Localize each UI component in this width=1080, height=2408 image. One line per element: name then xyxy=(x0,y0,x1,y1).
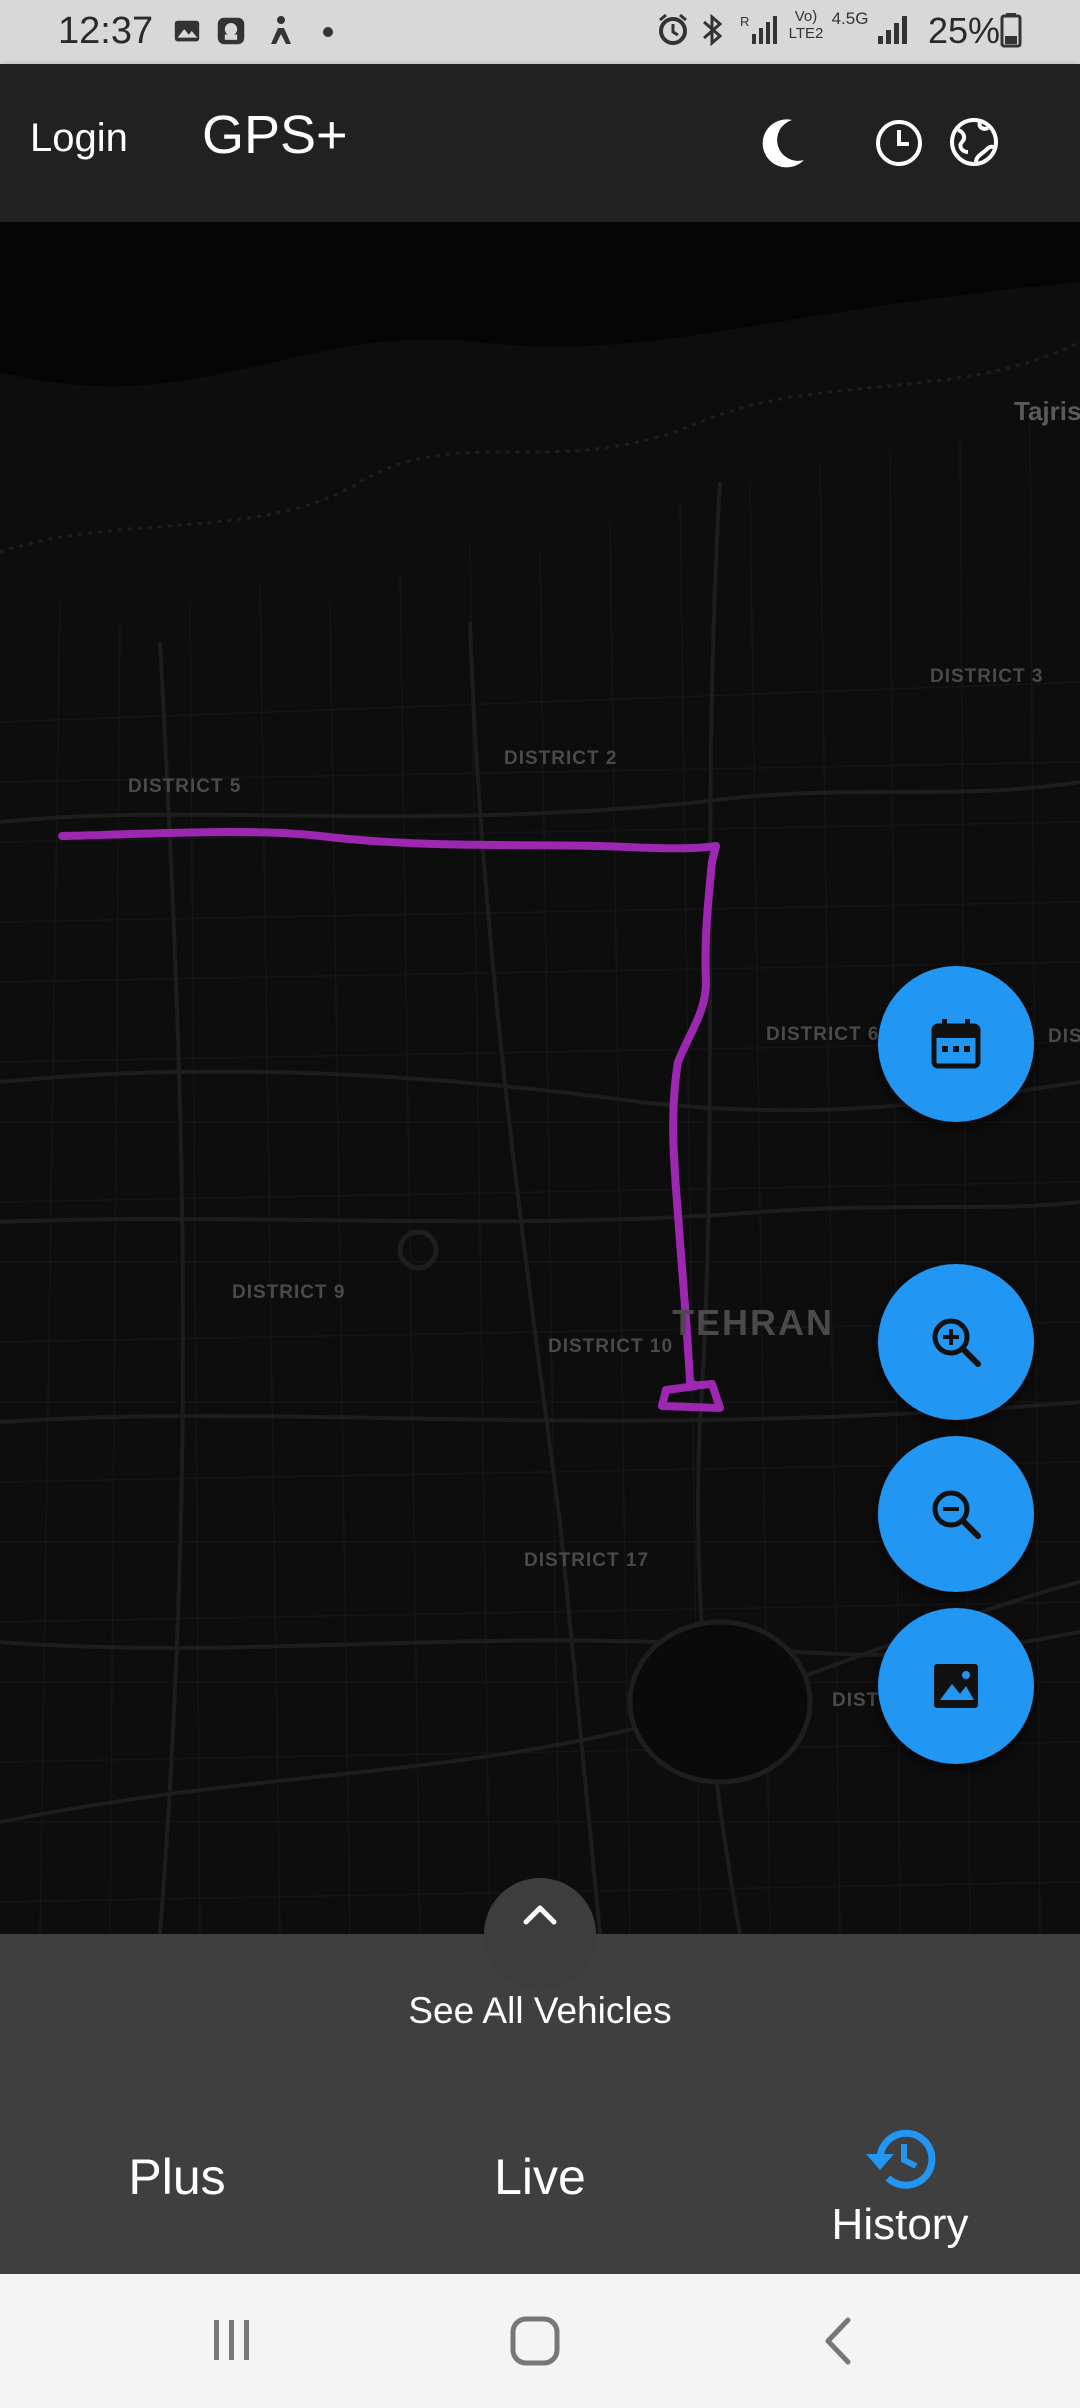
nav-item-plus[interactable]: Plus xyxy=(0,2084,360,2274)
alarm-icon xyxy=(659,13,687,45)
zoom-out-icon xyxy=(932,1490,981,1539)
app-icon xyxy=(217,17,245,45)
home-icon[interactable] xyxy=(508,2314,562,2368)
map-label: DIST xyxy=(832,1690,880,1711)
globe-icon[interactable] xyxy=(948,116,1000,168)
zoom-out-button[interactable] xyxy=(878,1436,1034,1592)
map-label: DISTRICT 9 xyxy=(232,1282,346,1303)
back-icon[interactable] xyxy=(816,2314,860,2368)
map-label: Tajris xyxy=(1014,396,1080,426)
map-style-button[interactable] xyxy=(878,1608,1034,1764)
calendar-icon xyxy=(931,1019,981,1069)
moon-icon[interactable] xyxy=(752,114,810,172)
map-label: DISTRICT 5 xyxy=(128,776,242,797)
svg-text:R: R xyxy=(740,14,749,29)
nav-label-live: Live xyxy=(494,2149,586,2205)
map-label: DISTRICT 6 xyxy=(766,1024,880,1045)
map-label: DISTRICT 17 xyxy=(524,1550,650,1571)
app-title: GPS+ xyxy=(202,105,348,165)
zoom-in-icon xyxy=(932,1318,981,1367)
map-label: DISTRICT 3 xyxy=(930,666,1044,687)
expand-sheet-button[interactable] xyxy=(484,1878,596,1990)
nav-label-plus: Plus xyxy=(128,2149,226,2205)
recents-icon[interactable] xyxy=(208,2314,256,2366)
network-4-5g-icon: 4.5G xyxy=(831,9,869,28)
map-city-label: TEHRAN xyxy=(672,1302,834,1343)
status-time: 12:37 xyxy=(58,10,154,52)
bottom-navigation: Plus Live History xyxy=(0,2084,1080,2274)
battery-percent: 25% xyxy=(927,10,1000,51)
system-navigation-bar xyxy=(0,2274,1080,2408)
history-icon xyxy=(866,2129,936,2189)
map-label: DISTRICT 2 xyxy=(504,748,618,769)
signal-icon xyxy=(878,16,907,44)
volte-indicator: Vo) LTE2 xyxy=(788,8,824,42)
login-button[interactable]: Login xyxy=(30,116,128,161)
see-all-vehicles-label[interactable]: See All Vehicles xyxy=(0,1990,1080,2032)
status-bar: 12:37 R Vo) LTE2 4.5G 25% xyxy=(0,0,1080,64)
map-label: DISTRICT 10 xyxy=(548,1336,674,1357)
accessibility-icon xyxy=(271,16,291,44)
app-bar: Login GPS+ xyxy=(0,64,1080,222)
zoom-in-button[interactable] xyxy=(878,1264,1034,1420)
signal-icon: R xyxy=(740,14,777,44)
nav-label-history: History xyxy=(831,2200,969,2249)
nav-item-live[interactable]: Live xyxy=(360,2084,720,2274)
image-icon xyxy=(934,1664,978,1708)
battery-icon xyxy=(1000,13,1022,48)
dot-icon xyxy=(323,27,333,37)
calendar-button[interactable] xyxy=(878,966,1034,1122)
map-label: DIS xyxy=(1048,1026,1080,1047)
nav-item-history[interactable]: History xyxy=(720,2084,1080,2274)
chevron-up-icon xyxy=(523,1905,557,1925)
clock-icon[interactable] xyxy=(874,118,924,168)
bluetooth-icon xyxy=(703,13,723,47)
image-icon xyxy=(174,20,200,42)
